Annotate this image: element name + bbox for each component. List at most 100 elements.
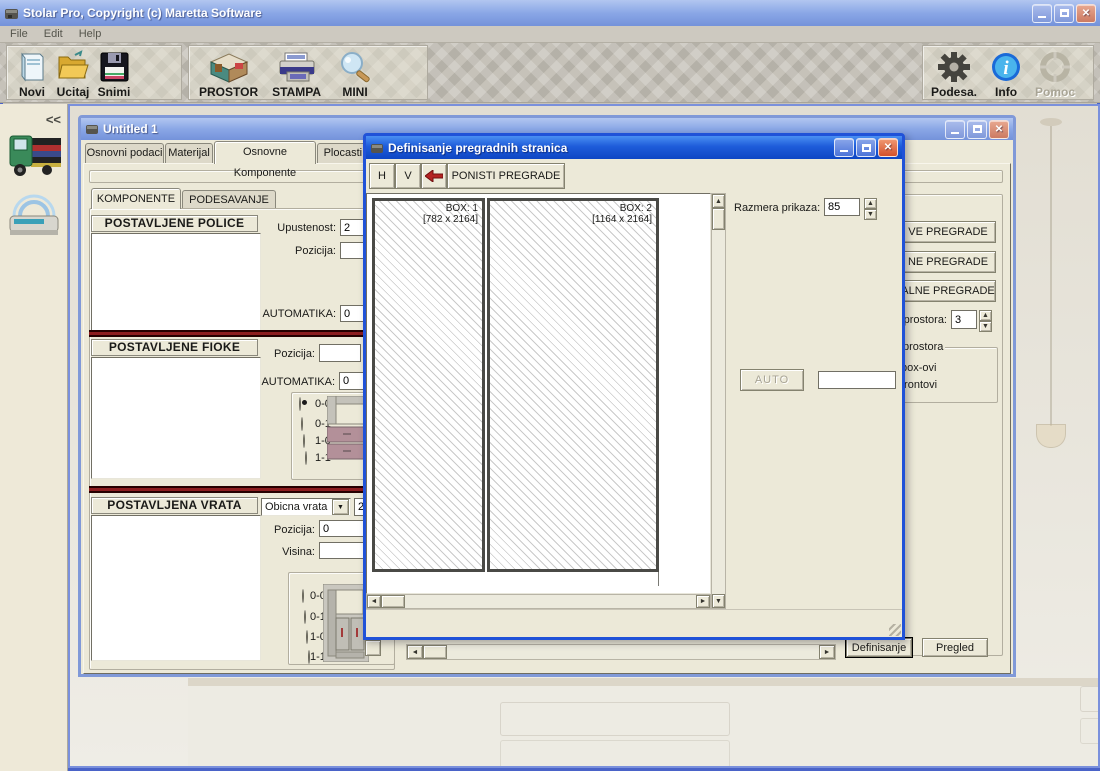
red-left-arrow-icon: [425, 170, 443, 182]
spinner-down-icon[interactable]: ▼: [864, 209, 877, 220]
menu-item-help[interactable]: Help: [79, 28, 102, 40]
fioke-radio-0-0[interactable]: [299, 397, 301, 411]
razmera-input[interactable]: [824, 198, 860, 216]
toolbar-button-info[interactable]: i Info: [989, 47, 1023, 99]
dropdown-arrow-icon[interactable]: ▼: [332, 499, 349, 515]
spinner-down-icon[interactable]: ▼: [979, 321, 992, 332]
box-2[interactable]: BOX: 2 [1164 x 2164]: [487, 198, 659, 572]
vrata-listbox[interactable]: [91, 515, 261, 661]
doc-maximize-button[interactable]: [967, 120, 987, 139]
toolbar-button-pomoc: Pomoc: [1035, 47, 1075, 99]
vrata-radio-0-0[interactable]: [302, 589, 304, 603]
menu-item-file[interactable]: File: [10, 28, 28, 40]
v-button[interactable]: V: [395, 163, 421, 189]
doc-close-button[interactable]: ✕: [989, 120, 1009, 139]
box-1[interactable]: BOX: 1 [782 x 2164]: [372, 198, 485, 572]
fioke-pozicija-input[interactable]: [319, 344, 361, 362]
fioke-header: POSTAVLJENE FIOKE: [91, 339, 258, 356]
sidebar-collapse-button[interactable]: <<: [46, 112, 61, 127]
scroll-left-icon[interactable]: ◄: [407, 645, 423, 659]
auto-value-input[interactable]: [818, 371, 896, 389]
app-icon: [4, 6, 19, 21]
toolbar-button-stampa[interactable]: STAMPA: [272, 47, 321, 99]
tab-osnovni-podaci[interactable]: Osnovni podaci: [85, 143, 164, 163]
maximize-button[interactable]: [1054, 4, 1074, 23]
truck-icon[interactable]: [7, 128, 63, 180]
sidebar: <<: [0, 104, 68, 771]
vrata-visina-input[interactable]: [319, 542, 365, 559]
vrata-type-dropdown[interactable]: Obicna vrata ▼: [261, 498, 351, 516]
pregrade-button-1[interactable]: VE PREGRADE: [900, 221, 996, 243]
pregled-button[interactable]: Pregled: [922, 638, 988, 657]
pregrade-button-3[interactable]: ALNE PREGRADE: [900, 280, 996, 302]
spinner-up-icon[interactable]: ▲: [979, 310, 992, 321]
toolbar-label: Novi: [19, 85, 45, 99]
scroll-down-icon[interactable]: ▼: [712, 594, 725, 608]
menubar: File Edit Help: [0, 26, 1100, 43]
vrata-type-value: Obicna vrata: [262, 501, 332, 513]
prostora-input[interactable]: [951, 310, 977, 329]
main-titlebar: Stolar Pro, Copyright (c) Maretta Softwa…: [0, 0, 1100, 26]
scrollbar-thumb[interactable]: [712, 208, 725, 230]
section-divider: [89, 330, 395, 337]
fioke-radio-1-0[interactable]: [303, 434, 305, 448]
spinner-up-icon[interactable]: ▲: [864, 198, 877, 209]
toolbar-label: Pomoc: [1035, 85, 1075, 99]
resize-grip[interactable]: [889, 624, 901, 636]
toolbar-button-mini[interactable]: MINI: [335, 47, 375, 99]
h-button[interactable]: H: [369, 163, 395, 189]
toolbar-button-podesa[interactable]: Podesa.: [931, 47, 977, 99]
dialog-icon: [370, 141, 384, 155]
scrollbar-thumb[interactable]: [423, 645, 447, 659]
box-1-dims: [782 x 2164]: [379, 214, 478, 225]
open-folder-icon: [55, 50, 91, 84]
canvas-vertical-scrollbar[interactable]: ▲ ▼: [711, 193, 726, 609]
furniture-drawer-decoration: [500, 740, 730, 768]
dialog-title: Definisanje pregradnih stranica: [388, 141, 567, 155]
toolbar-button-snimi[interactable]: Snimi: [97, 47, 131, 99]
doc-minimize-button[interactable]: [945, 120, 965, 139]
tab-podesavanje[interactable]: PODESAVANJE: [182, 190, 276, 209]
dialog-close-button[interactable]: ✕: [878, 138, 898, 157]
dialog-window: Definisanje pregradnih stranica ✕ H V PO…: [363, 133, 905, 640]
toolbar-button-ucitaj[interactable]: Ucitaj: [55, 47, 91, 99]
tab-osnovne-komponente[interactable]: Osnovne Komponente: [214, 141, 316, 164]
dialog-titlebar[interactable]: Definisanje pregradnih stranica ✕: [366, 136, 902, 159]
toolbar-label: Ucitaj: [57, 85, 90, 99]
pregrade-canvas[interactable]: BOX: 1 [782 x 2164] BOX: 2 [1164 x 2164]: [366, 193, 711, 594]
close-button[interactable]: ✕: [1076, 4, 1096, 23]
toolbar-button-prostor[interactable]: PROSTOR: [199, 47, 258, 99]
fioke-listbox[interactable]: [91, 357, 261, 479]
back-arrow-button[interactable]: [421, 163, 447, 189]
doc-horizontal-scrollbar[interactable]: ◄ ►: [406, 644, 836, 660]
scroll-right-icon[interactable]: ►: [819, 645, 835, 659]
lamp-decoration: [1050, 126, 1052, 426]
tab-komponente[interactable]: KOMPONENTE: [91, 188, 181, 209]
vrata-pozicija-input[interactable]: [319, 520, 365, 537]
lamp-decoration: [1040, 118, 1062, 126]
pregrade-button-2[interactable]: NE PREGRADE: [900, 251, 996, 273]
minimize-button[interactable]: [1032, 4, 1052, 23]
tab-materijal[interactable]: Materijal: [165, 143, 213, 163]
dialog-maximize-button[interactable]: [856, 138, 876, 157]
scroll-right-icon[interactable]: ►: [696, 595, 710, 608]
vrata-radio-1-0[interactable]: [306, 630, 308, 644]
dialog-minimize-button[interactable]: [834, 138, 854, 157]
scroll-left-icon[interactable]: ◄: [367, 595, 381, 608]
police-listbox[interactable]: [91, 233, 261, 332]
toolbar-label: MINI: [342, 85, 367, 99]
fioke-radio-0-1[interactable]: [301, 417, 303, 431]
scrollbar-thumb[interactable]: [381, 595, 405, 608]
toolbar-button-novi[interactable]: Novi: [15, 47, 49, 99]
menu-item-edit[interactable]: Edit: [44, 28, 63, 40]
toolbar: Novi Ucitaj Snimi PROSTOR STAMPA M: [0, 43, 1100, 103]
scanner-icon[interactable]: [6, 192, 62, 240]
canvas-horizontal-scrollbar[interactable]: ◄ ►: [366, 594, 711, 609]
furniture-drawer-decoration: [500, 702, 730, 736]
vrata-radio-0-1[interactable]: [304, 610, 306, 624]
scroll-up-icon[interactable]: ▲: [712, 194, 725, 208]
definisanje-button[interactable]: Definisanje: [846, 638, 912, 657]
ponisti-pregrade-button[interactable]: PONISTI PREGRADE: [447, 163, 565, 189]
save-floppy-icon: [97, 50, 131, 84]
fioke-radio-1-1[interactable]: [305, 451, 307, 465]
